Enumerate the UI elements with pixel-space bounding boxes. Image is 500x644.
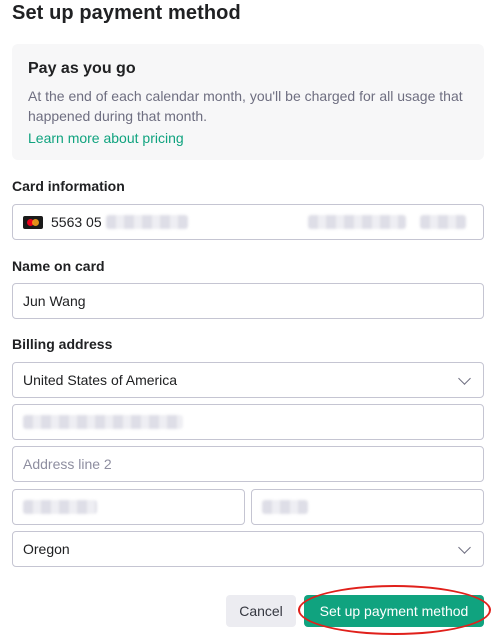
redacted-address-line1 (23, 415, 183, 429)
redacted-city (23, 500, 97, 514)
card-number-prefix: 5563 05 (51, 214, 102, 230)
plan-title: Pay as you go (28, 60, 136, 77)
card-number-field[interactable]: 5563 05 (12, 204, 484, 240)
name-on-card-value: Jun Wang (23, 293, 86, 309)
city-field[interactable] (12, 489, 245, 525)
postal-code-field[interactable] (251, 489, 484, 525)
country-value: United States of America (23, 372, 178, 388)
billing-address-label: Billing address (12, 336, 113, 352)
redacted-card-cvc (419, 215, 466, 229)
state-value: Oregon (23, 541, 70, 557)
cancel-button[interactable]: Cancel (226, 595, 296, 627)
address-line2-placeholder: Address line 2 (23, 456, 112, 472)
card-information-label: Card information (12, 178, 125, 194)
chevron-down-icon (458, 372, 471, 385)
pricing-link[interactable]: Learn more about pricing (28, 130, 184, 146)
redacted-card-expiry (307, 215, 406, 229)
redacted-postal-code (262, 500, 308, 514)
set-up-payment-method-button[interactable]: Set up payment method (304, 595, 484, 627)
country-select[interactable]: United States of America (12, 362, 484, 398)
address-line2-field[interactable]: Address line 2 (12, 446, 484, 482)
pricing-info-box: Pay as you go At the end of each calenda… (12, 44, 484, 160)
page-title: Set up payment method (12, 2, 241, 24)
state-select[interactable]: Oregon (12, 531, 484, 567)
redacted-card-number (105, 215, 188, 229)
name-on-card-field[interactable]: Jun Wang (12, 283, 484, 319)
plan-description: At the end of each calendar month, you'l… (28, 88, 463, 124)
mastercard-icon (23, 215, 43, 229)
name-on-card-label: Name on card (12, 258, 105, 274)
chevron-down-icon (458, 541, 471, 554)
address-line1-field[interactable] (12, 404, 484, 440)
